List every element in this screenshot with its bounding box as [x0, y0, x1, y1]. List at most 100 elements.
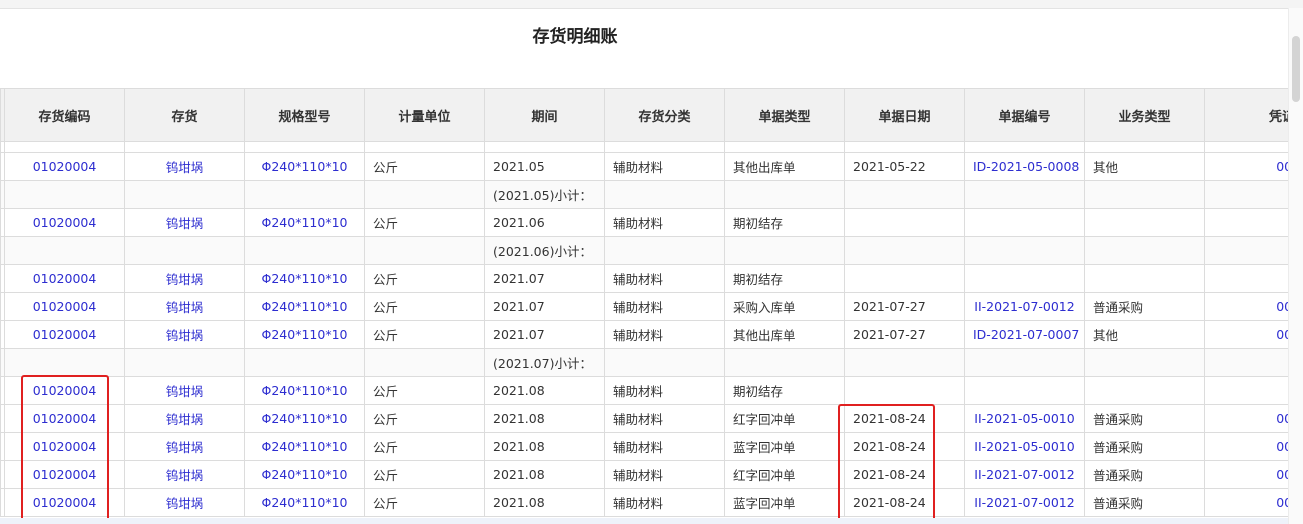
cell-doc-no[interactable] — [964, 376, 1085, 405]
cell-spec[interactable]: Φ240*110*10 — [244, 404, 365, 433]
cell-voucher[interactable] — [1204, 236, 1288, 265]
cell-voucher[interactable]: 0070 — [1204, 488, 1288, 517]
cell-spec[interactable]: Φ240*110*10 — [244, 152, 365, 181]
cell-item[interactable] — [124, 348, 245, 377]
cell-cutoff — [364, 141, 485, 153]
column-header-biz-type[interactable]: 业务类型 — [1084, 88, 1205, 142]
cell-item[interactable]: 钨坩埚 — [124, 320, 245, 349]
cell-code[interactable]: 01020004 — [4, 404, 125, 433]
table-row[interactable]: 01020004 钨坩埚 Φ240*110*10 公斤 2021.07 辅助材料 采购入库单… — [0, 292, 1288, 321]
table-row[interactable]: 01020004 钨坩埚 Φ240*110*10 公斤 2021.07 辅助材料 其他出库单… — [0, 320, 1288, 349]
table-row[interactable]: 01020004 钨坩埚 Φ240*110*10 公斤 2021.08 辅助材料 期初结存 — [0, 376, 1288, 405]
scrollbar-thumb[interactable] — [1292, 36, 1300, 102]
cell-item[interactable]: 钨坩埚 — [124, 460, 245, 489]
cell-code[interactable]: 01020004 — [4, 264, 125, 293]
table-row[interactable]: 01020004 钨坩埚 Φ240*110*10 公斤 2021.07 辅助材料 期初结存 — [0, 264, 1288, 293]
cell-spec[interactable]: Φ240*110*10 — [244, 488, 365, 517]
cell-voucher[interactable] — [1204, 376, 1288, 405]
table-row[interactable]: 01020004 钨坩埚 Φ240*110*10 公斤 2021.08 辅助材料 红字回冲单… — [0, 460, 1288, 489]
cell-code[interactable]: 01020004 — [4, 320, 125, 349]
table-row[interactable]: 01020004 钨坩埚 Φ240*110*10 公斤 2021.08 辅助材料 红字回冲单… — [0, 404, 1288, 433]
cell-voucher[interactable]: 0046 — [1204, 152, 1288, 181]
column-header-doc-type[interactable]: 单据类型 — [724, 88, 845, 142]
cell-voucher[interactable] — [1204, 264, 1288, 293]
column-header-doc-no[interactable]: 单据编号 — [964, 88, 1085, 142]
cell-voucher[interactable]: 0070 — [1204, 432, 1288, 461]
cell-doc-no[interactable] — [964, 236, 1085, 265]
cell-doc-no[interactable]: II-2021-07-0012 — [964, 292, 1085, 321]
cell-spec[interactable] — [244, 348, 365, 377]
subtotal-row[interactable]: (2021.06)小计： — [0, 236, 1288, 265]
cell-code[interactable]: 01020004 — [4, 488, 125, 517]
table-row[interactable]: 01020004 钨坩埚 Φ240*110*10 公斤 2021.05 辅助材料 其他出库单… — [0, 152, 1288, 181]
cell-item[interactable]: 钨坩埚 — [124, 432, 245, 461]
column-header-category[interactable]: 存货分类 — [604, 88, 725, 142]
cell-spec[interactable] — [244, 180, 365, 209]
cell-voucher[interactable] — [1204, 180, 1288, 209]
cell-category: 辅助材料 — [604, 208, 725, 237]
table-row[interactable]: 01020004 钨坩埚 Φ240*110*10 公斤 2021.08 辅助材料 蓝字回冲单… — [0, 488, 1288, 517]
cell-voucher[interactable]: 0070 — [1204, 404, 1288, 433]
horizontal-scrollbar[interactable] — [0, 518, 1288, 524]
cell-spec[interactable]: Φ240*110*10 — [244, 460, 365, 489]
cell-spec[interactable]: Φ240*110*10 — [244, 264, 365, 293]
cell-item[interactable]: 钨坩埚 — [124, 152, 245, 181]
cell-doc-no[interactable] — [964, 348, 1085, 377]
cell-cutoff — [844, 141, 965, 153]
cell-period: 2021.06 — [484, 208, 605, 237]
cell-item[interactable] — [124, 180, 245, 209]
cell-doc-no[interactable] — [964, 264, 1085, 293]
cell-doc-no[interactable]: II-2021-05-0010 — [964, 404, 1085, 433]
cell-doc-no[interactable] — [964, 208, 1085, 237]
cell-spec[interactable] — [244, 236, 365, 265]
cell-doc-no[interactable] — [964, 180, 1085, 209]
cell-item[interactable]: 钨坩埚 — [124, 376, 245, 405]
column-header-spec[interactable]: 规格型号 — [244, 88, 365, 142]
cell-doc-no[interactable]: ID-2021-07-0007 — [964, 320, 1085, 349]
cell-code[interactable] — [4, 348, 125, 377]
cell-item[interactable]: 钨坩埚 — [124, 292, 245, 321]
cell-item[interactable]: 钨坩埚 — [124, 264, 245, 293]
cell-doc-no[interactable]: II-2021-07-0012 — [964, 488, 1085, 517]
cell-code[interactable] — [4, 180, 125, 209]
cell-spec[interactable]: Φ240*110*10 — [244, 376, 365, 405]
cell-code[interactable]: 01020004 — [4, 292, 125, 321]
vertical-scrollbar[interactable] — [1288, 8, 1303, 524]
cell-doc-no[interactable]: II-2021-05-0010 — [964, 432, 1085, 461]
cell-voucher[interactable]: 0070 — [1204, 460, 1288, 489]
column-header-item[interactable]: 存货 — [124, 88, 245, 142]
cell-item[interactable]: 钨坩埚 — [124, 404, 245, 433]
table-row[interactable]: 01020004 钨坩埚 Φ240*110*10 公斤 2021.06 辅助材料 期初结存 — [0, 208, 1288, 237]
cell-spec[interactable]: Φ240*110*10 — [244, 320, 365, 349]
cell-doc-no[interactable]: ID-2021-05-0008 — [964, 152, 1085, 181]
cell-period: (2021.05)小计： — [484, 180, 605, 209]
cell-spec[interactable]: Φ240*110*10 — [244, 432, 365, 461]
cell-category — [604, 236, 725, 265]
column-header-voucher[interactable]: 凭证号 — [1204, 88, 1288, 142]
column-header-period[interactable]: 期间 — [484, 88, 605, 142]
subtotal-row[interactable]: (2021.07)小计： — [0, 348, 1288, 377]
cell-code[interactable]: 01020004 — [4, 432, 125, 461]
cell-code[interactable]: 01020004 — [4, 208, 125, 237]
cell-code[interactable]: 01020004 — [4, 152, 125, 181]
cell-code[interactable]: 01020004 — [4, 376, 125, 405]
table-row[interactable]: 01020004 钨坩埚 Φ240*110*10 公斤 2021.08 辅助材料 蓝字回冲单… — [0, 432, 1288, 461]
cell-doc-date — [844, 180, 965, 209]
cell-doc-no[interactable]: II-2021-07-0012 — [964, 460, 1085, 489]
cell-voucher[interactable]: 0091 — [1204, 320, 1288, 349]
cell-voucher[interactable] — [1204, 348, 1288, 377]
subtotal-row[interactable]: (2021.05)小计： — [0, 180, 1288, 209]
cell-spec[interactable]: Φ240*110*10 — [244, 208, 365, 237]
cell-spec[interactable]: Φ240*110*10 — [244, 292, 365, 321]
cell-period: 2021.07 — [484, 292, 605, 321]
cell-item[interactable] — [124, 236, 245, 265]
cell-item[interactable]: 钨坩埚 — [124, 208, 245, 237]
cell-code[interactable] — [4, 236, 125, 265]
column-header-unit[interactable]: 计量单位 — [364, 88, 485, 142]
column-header-code[interactable]: 存货编码 — [4, 88, 125, 142]
cell-voucher[interactable]: 0090 — [1204, 292, 1288, 321]
cell-code[interactable]: 01020004 — [4, 460, 125, 489]
cell-voucher[interactable] — [1204, 208, 1288, 237]
column-header-doc-date[interactable]: 单据日期 — [844, 88, 965, 142]
cell-item[interactable]: 钨坩埚 — [124, 488, 245, 517]
